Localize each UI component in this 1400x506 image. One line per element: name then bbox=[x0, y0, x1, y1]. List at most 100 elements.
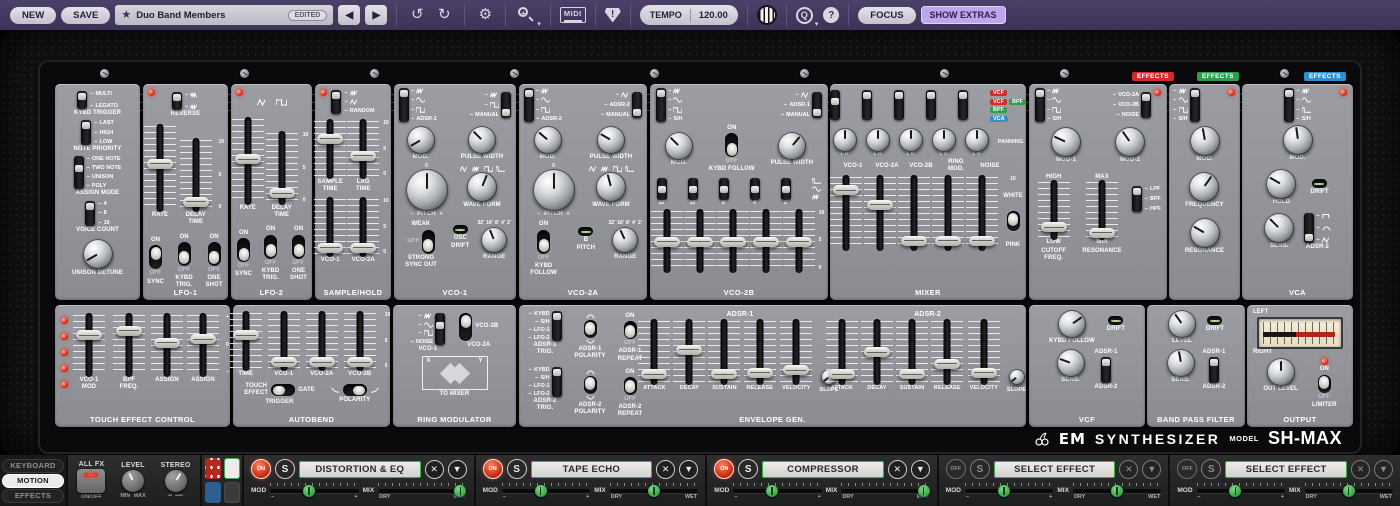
bpf-level-knob[interactable] bbox=[1168, 310, 1196, 338]
fx-remove-button[interactable]: ✕ bbox=[656, 460, 675, 479]
save-button[interactable]: SAVE bbox=[61, 7, 110, 24]
vcf-env-select-switch[interactable] bbox=[1101, 357, 1111, 383]
fx-power-button[interactable]: ON bbox=[714, 459, 734, 479]
autobend-polarity-switch[interactable] bbox=[343, 384, 367, 396]
fx-mix-slider[interactable]: DRYWET bbox=[841, 482, 929, 499]
vco2a-pitch-knob[interactable] bbox=[533, 169, 575, 211]
lfo1-kybd-trig-switch[interactable] bbox=[178, 242, 191, 266]
adsr2-velocity-slider[interactable] bbox=[971, 321, 997, 383]
fx-power-button[interactable]: OFF bbox=[1177, 459, 1197, 479]
bpf-drift-button[interactable] bbox=[1207, 316, 1222, 325]
focus-button[interactable]: FOCUS bbox=[858, 7, 915, 24]
vcf-mode-switch[interactable] bbox=[1132, 186, 1142, 212]
pan-knob-vco2b[interactable] bbox=[899, 128, 923, 152]
effects-badge-vcf[interactable]: EFFECTS bbox=[1132, 72, 1174, 81]
unison-detune-knob[interactable] bbox=[83, 239, 113, 269]
adsr2-polarity-switch[interactable] bbox=[584, 376, 597, 394]
favorite-star-icon[interactable]: ★ bbox=[121, 10, 131, 21]
fx-mod-slider[interactable]: –+ bbox=[1197, 482, 1285, 499]
effects-badge-vca[interactable]: EFFECTS bbox=[1304, 72, 1346, 81]
touch-bpf-freq-slider[interactable] bbox=[116, 315, 142, 375]
vcf-mod1-knob[interactable] bbox=[1051, 127, 1081, 157]
fx-effect-name[interactable]: COMPRESSOR bbox=[762, 461, 884, 478]
mixer-route-switch-noise[interactable] bbox=[958, 90, 968, 120]
vco2a-mod-knob[interactable] bbox=[534, 126, 562, 154]
vco2b-level-slider-16[interactable] bbox=[687, 211, 713, 271]
mixer-route-switch-ring[interactable] bbox=[926, 90, 936, 120]
vco2b-pulse-width-knob[interactable] bbox=[778, 132, 806, 160]
vco2a-b-pitch-button[interactable] bbox=[578, 227, 593, 236]
noise-color-switch[interactable] bbox=[1007, 211, 1020, 231]
undo-icon[interactable]: ↺ bbox=[406, 0, 428, 30]
vca-mod-knob[interactable] bbox=[1283, 125, 1313, 155]
vco2a-pw-source-switch[interactable] bbox=[632, 92, 642, 118]
vca-drift-button[interactable] bbox=[1312, 179, 1327, 188]
bpf-frequency-knob[interactable] bbox=[1189, 172, 1219, 202]
out-level-knob[interactable] bbox=[1267, 358, 1295, 386]
fx-solo-button[interactable]: S bbox=[738, 459, 758, 479]
fx-mix-slider[interactable]: DRYWET bbox=[1073, 482, 1161, 499]
vco2b-wave-switch-2[interactable] bbox=[781, 178, 791, 200]
lfo1-one-shot-switch[interactable] bbox=[208, 242, 221, 266]
vco2b-kybd-follow-switch[interactable] bbox=[725, 133, 738, 157]
lfo1-sync-switch[interactable] bbox=[149, 245, 162, 269]
pan-knob-vco1[interactable] bbox=[833, 128, 857, 152]
vco1-pw-source-switch[interactable] bbox=[501, 92, 511, 118]
fx-remove-button[interactable]: ✕ bbox=[888, 460, 907, 479]
fx-mod-slider[interactable]: –+ bbox=[965, 482, 1053, 499]
vco2b-mod-knob[interactable] bbox=[665, 132, 693, 160]
preset-selector[interactable]: ★ Duo Band Members EDITED bbox=[115, 5, 333, 25]
lag-time-slider[interactable] bbox=[350, 121, 376, 177]
fx-power-button[interactable]: ON bbox=[483, 459, 503, 479]
vco2a-pulse-width-knob[interactable] bbox=[597, 126, 625, 154]
all-fx-button[interactable] bbox=[77, 469, 105, 493]
vco2b-level-slider-32[interactable] bbox=[654, 211, 680, 271]
fx-select-dropdown[interactable]: ▼ bbox=[679, 460, 698, 479]
assign-mode-switch[interactable] bbox=[74, 156, 84, 189]
autobend-vco1-slider[interactable] bbox=[271, 313, 297, 369]
fx-remove-button[interactable]: ✕ bbox=[425, 460, 444, 479]
note-priority-switch[interactable] bbox=[81, 120, 91, 145]
fx-mod-slider[interactable]: –+ bbox=[502, 482, 590, 499]
zoom-icon[interactable]: + bbox=[515, 5, 535, 25]
adsr2-decay-slider[interactable] bbox=[864, 321, 890, 383]
adsr1-decay-slider[interactable] bbox=[676, 321, 702, 383]
fx-grid-button-4[interactable] bbox=[224, 482, 240, 503]
sample-time-slider[interactable] bbox=[317, 121, 343, 177]
bpf-mod-source-switch[interactable] bbox=[1190, 88, 1200, 122]
vco1-sync-switch[interactable] bbox=[422, 230, 435, 254]
mixer-route-switch-vco1[interactable] bbox=[830, 90, 840, 120]
adsr1-repeat-switch[interactable] bbox=[624, 321, 637, 339]
alert-icon[interactable]: ! bbox=[605, 8, 621, 23]
fx-effect-name[interactable]: SELECT EFFECT bbox=[1225, 461, 1347, 478]
fx-mod-slider[interactable]: –+ bbox=[270, 482, 358, 499]
vcf-mod2-source-switch[interactable] bbox=[1141, 92, 1151, 118]
vco2a-range-knob[interactable] bbox=[612, 227, 638, 253]
vca-sens-knob[interactable] bbox=[1264, 213, 1294, 243]
new-button[interactable]: NEW bbox=[10, 7, 56, 24]
sample-hold-source-switch[interactable] bbox=[331, 90, 341, 114]
tab-effects[interactable]: EFFECTS bbox=[2, 489, 64, 503]
vco2b-wave-switch-16[interactable] bbox=[688, 178, 698, 200]
midi-icon[interactable]: MIDI bbox=[560, 7, 586, 23]
lfo2-rate-slider[interactable] bbox=[235, 119, 261, 203]
vco1-pitch-knob[interactable] bbox=[406, 169, 448, 211]
vco1-osc-drift-button[interactable] bbox=[453, 225, 468, 234]
fx-remove-button[interactable]: ✕ bbox=[1351, 460, 1370, 479]
adsr2-sustain-slider[interactable] bbox=[899, 321, 925, 383]
vco2a-waveform-knob[interactable] bbox=[596, 172, 626, 202]
touch-assign2-slider[interactable] bbox=[190, 315, 216, 375]
fx-solo-button[interactable]: S bbox=[1201, 459, 1221, 479]
vcf-mod1-source-switch[interactable] bbox=[1035, 88, 1045, 122]
lfo1-reverse-switch[interactable] bbox=[172, 92, 182, 110]
effects-badge-bpf[interactable]: EFFECTS bbox=[1197, 72, 1239, 81]
mixer-level-vco1[interactable] bbox=[833, 177, 859, 249]
vcf-drift-button[interactable] bbox=[1108, 316, 1123, 325]
kybd-trigger-switch[interactable] bbox=[77, 91, 87, 109]
fx-power-button[interactable]: ON bbox=[251, 459, 271, 479]
vcf-kybd-follow-knob[interactable] bbox=[1058, 310, 1086, 338]
vco2b-level-slider-2[interactable] bbox=[786, 211, 812, 271]
help-icon[interactable]: ? bbox=[823, 7, 839, 23]
vcf-cutoff-slider[interactable] bbox=[1041, 182, 1067, 238]
adsr1-trig-switch[interactable] bbox=[552, 311, 562, 341]
